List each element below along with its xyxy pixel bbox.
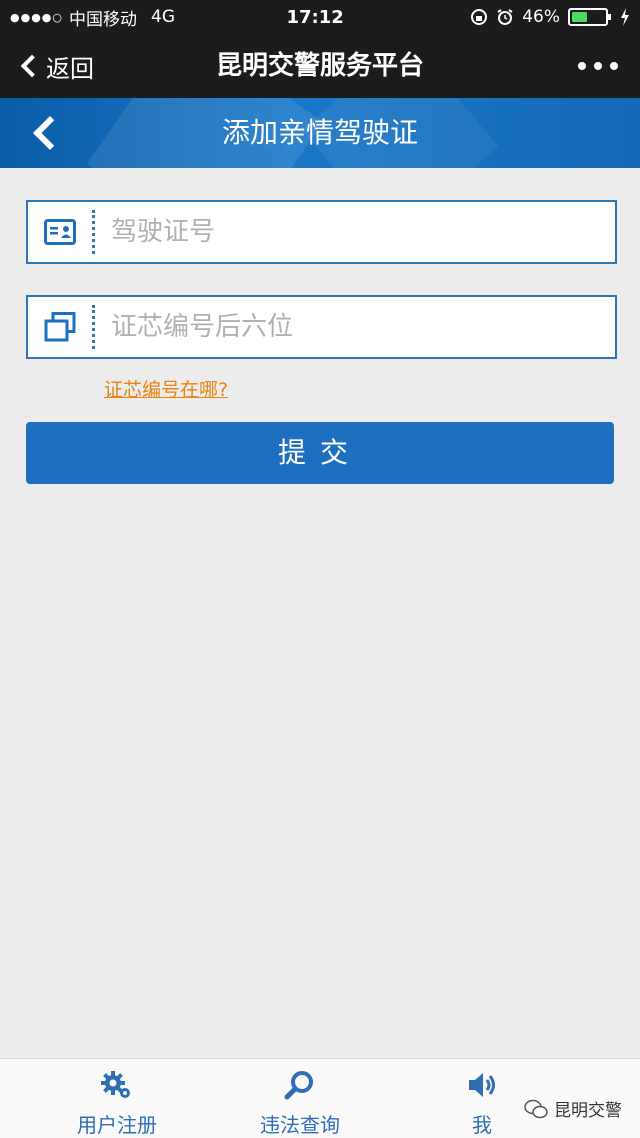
app-screen: ●●●●○ 中国移动 4G 17:12 46% 昆明交警服务平台 返回 添加亲情…: [0, 0, 640, 1138]
tab-label: 用户注册: [77, 1113, 157, 1137]
signal-icon: ●●●●○: [10, 10, 63, 24]
license-number-field[interactable]: [26, 200, 617, 264]
chip-help-link[interactable]: 证芯编号在哪?: [104, 375, 228, 402]
status-bar: ●●●●○ 中国移动 4G 17:12 46%: [0, 0, 640, 34]
chip-number-input[interactable]: [111, 312, 615, 342]
submit-button[interactable]: 提交: [26, 422, 614, 484]
page-title: 添加亲情驾驶证: [221, 116, 418, 149]
status-time: 17:12: [286, 6, 344, 28]
more-dot-icon: [594, 62, 602, 70]
battery-percent: 46%: [522, 7, 560, 27]
status-right: 46%: [470, 7, 630, 27]
rotation-lock-icon: [471, 9, 488, 25]
network-type: 4G: [151, 7, 175, 27]
wechat-nav-bar: 昆明交警服务平台 返回: [0, 34, 640, 98]
wechat-watermark: 昆明交警: [524, 1096, 622, 1121]
more-button[interactable]: [578, 52, 618, 80]
page-back-button[interactable]: [28, 117, 60, 149]
gear-icon: [42, 1067, 192, 1103]
field-divider: [92, 305, 95, 349]
status-left: ●●●●○ 中国移动 4G: [10, 5, 270, 30]
carrier-name: 中国移动: [69, 9, 137, 30]
search-icon: [225, 1067, 375, 1103]
id-card-icon: [28, 202, 92, 262]
more-dot-icon: [578, 62, 586, 70]
charging-icon: [621, 8, 629, 26]
back-button[interactable]: 返回: [18, 48, 94, 84]
license-number-input[interactable]: [111, 217, 615, 247]
page-header: 添加亲情驾驶证: [0, 98, 640, 168]
tab-label: 违法查询: [260, 1113, 340, 1137]
chevron-left-icon: [20, 54, 44, 78]
wechat-icon: [524, 1099, 548, 1118]
battery-level: [572, 12, 587, 22]
chip-number-field[interactable]: [26, 295, 617, 359]
tab-violation-query[interactable]: 违法查询: [225, 1067, 375, 1137]
back-label: 返回: [46, 54, 94, 83]
watermark-text: 昆明交警: [554, 1101, 622, 1121]
copy-icon: [28, 297, 92, 357]
field-divider: [92, 210, 95, 254]
battery-icon: [568, 8, 611, 26]
nav-title: 昆明交警服务平台: [215, 51, 424, 81]
tab-register[interactable]: 用户注册: [42, 1067, 192, 1137]
alarm-icon: [497, 9, 513, 25]
more-dot-icon: [610, 62, 618, 70]
